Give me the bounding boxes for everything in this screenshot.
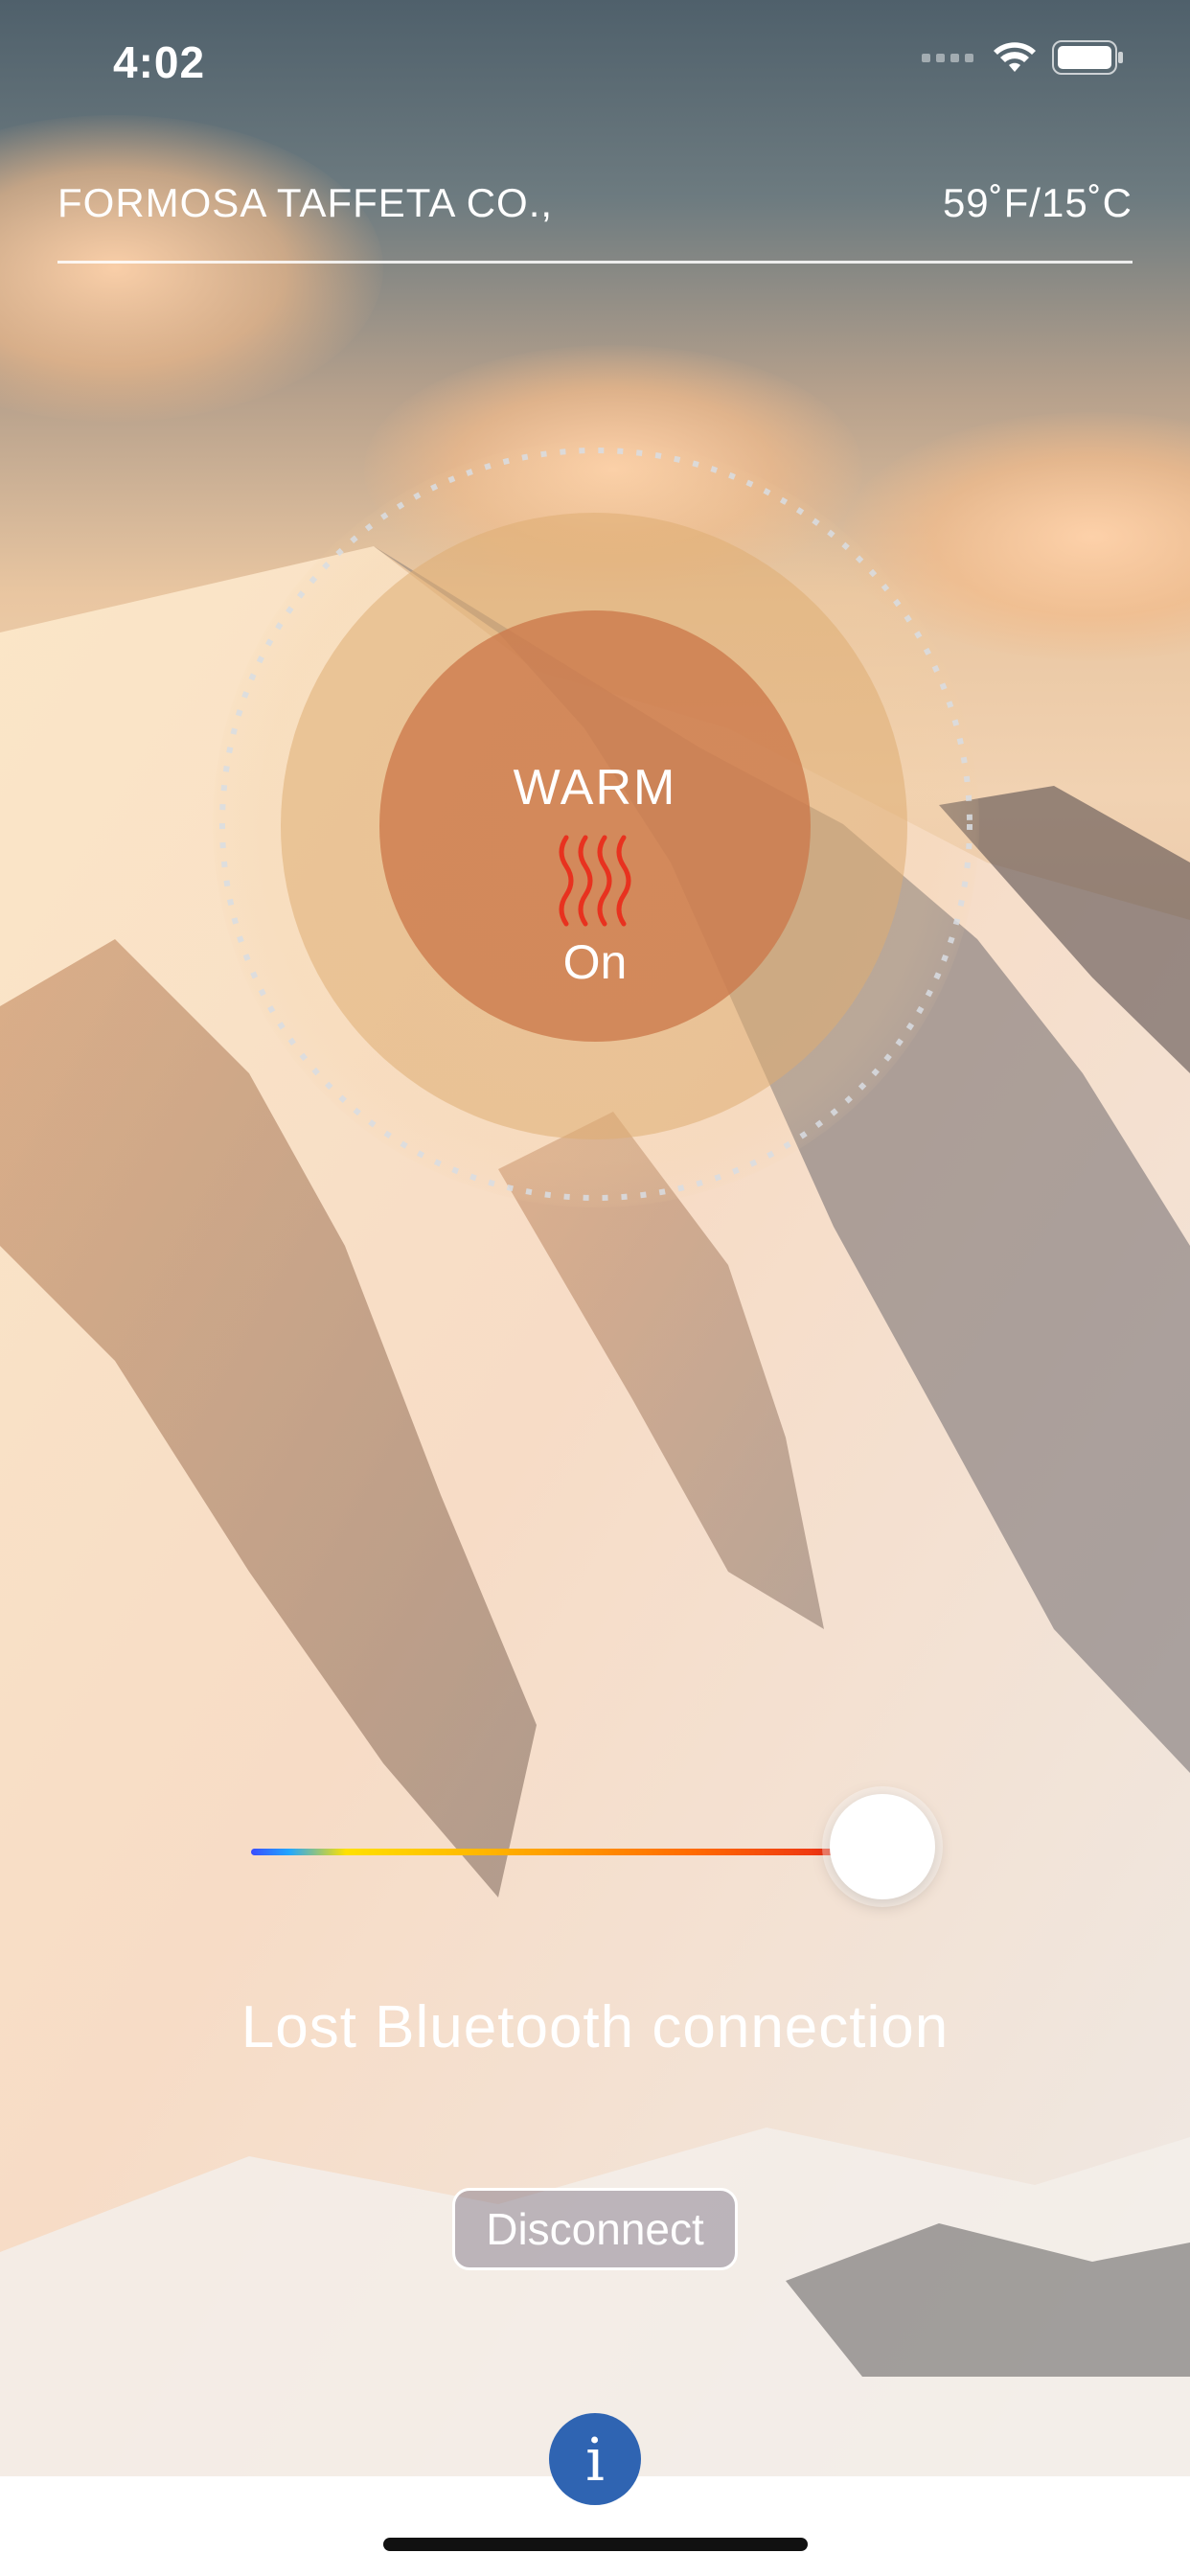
disconnect-button-label: Disconnect [486, 2204, 704, 2254]
wifi-icon [994, 42, 1036, 72]
header-divider [57, 261, 1133, 264]
heat-level-slider-track[interactable] [251, 1849, 883, 1855]
mountain-illustration [0, 546, 1190, 2476]
connection-status-text: Lost Bluetooth connection [240, 1994, 950, 2060]
temperature-readout: 59˚F/15˚C [942, 180, 1133, 225]
heat-level-slider-thumb[interactable] [830, 1794, 935, 1899]
home-indicator[interactable] [383, 2538, 808, 2551]
mode-label: WARM [513, 760, 677, 816]
info-icon: i [585, 2424, 605, 2495]
mountain-background [0, 0, 1190, 2476]
power-status-label: On [562, 935, 628, 989]
status-time: 4:02 [113, 37, 206, 87]
cellular-signal-icon [922, 51, 977, 64]
status-icons [922, 40, 1125, 75]
battery-icon [1052, 40, 1123, 75]
info-button[interactable]: i [549, 2413, 641, 2505]
heat-waves-icon [559, 835, 631, 927]
company-name: FORMOSA TAFFETA CO., [57, 180, 554, 225]
disconnect-button[interactable]: Disconnect [452, 2188, 738, 2270]
